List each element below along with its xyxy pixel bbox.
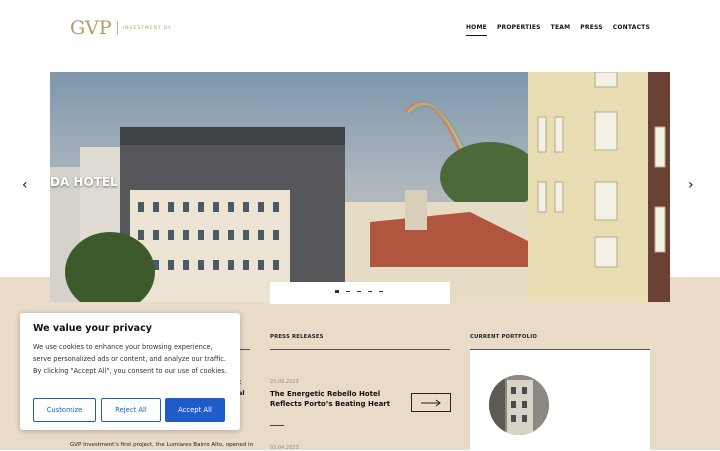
hero-slider[interactable]: DA HOTEL	[50, 72, 670, 302]
press-title-link[interactable]: The Energetic Rebello Hotel Reflects Por…	[270, 389, 400, 409]
arrow-right-icon	[421, 399, 441, 406]
press-date: 25.09.2023	[270, 379, 299, 385]
portfolio-image[interactable]	[489, 375, 549, 435]
nav-properties[interactable]: PROPERTIES	[497, 24, 541, 36]
hero-image	[50, 72, 670, 302]
press-divider	[270, 425, 284, 426]
press-rule	[270, 349, 450, 350]
press-releases-title: PRESS RELEASES	[270, 334, 324, 340]
customize-button[interactable]: Customize	[33, 398, 96, 422]
cookie-text: We use cookies to enhance your browsing …	[33, 343, 227, 375]
current-portfolio-title: CURRENT PORTFOLIO	[470, 334, 538, 340]
slider-next-button[interactable]: ›	[688, 178, 694, 192]
logo-mark: GVP	[70, 17, 112, 39]
logo-subtitle: INVESTMENT BY	[122, 25, 172, 31]
slider-dot-4[interactable]	[368, 291, 372, 292]
press-date-next: 03.04.2023	[270, 445, 299, 451]
logo-divider	[116, 21, 118, 35]
slider-dot-1[interactable]	[335, 290, 339, 293]
cookie-consent-dialog: We value your privacy We use cookies to …	[20, 313, 240, 430]
main-nav: HOME PROPERTIES TEAM PRESS CONTACTS	[465, 24, 650, 36]
site-header: GVP INVESTMENT BY HOME PROPERTIES TEAM P…	[0, 0, 720, 60]
nav-press[interactable]: PRESS	[580, 24, 603, 36]
slider-prev-button[interactable]: ‹	[22, 178, 28, 192]
intro-paragraph: GVP Investment’s first project, the Lumi…	[70, 442, 254, 448]
nav-home[interactable]: HOME	[465, 24, 487, 36]
nav-team[interactable]: TEAM	[551, 24, 571, 36]
logo[interactable]: GVP INVESTMENT BY	[70, 17, 172, 39]
slider-dot-3[interactable]	[357, 291, 361, 292]
press-read-more-button[interactable]	[411, 393, 451, 412]
cookie-title: We value your privacy	[33, 323, 152, 334]
slider-dot-2[interactable]	[346, 291, 350, 292]
reject-all-button[interactable]: Reject All	[101, 398, 161, 422]
slider-dot-5[interactable]	[379, 291, 383, 292]
hero-title: DA HOTEL	[50, 175, 118, 189]
slider-dots-panel	[270, 282, 450, 304]
accept-all-button[interactable]: Accept All	[165, 398, 225, 422]
nav-contacts[interactable]: CONTACTS	[613, 24, 650, 36]
portfolio-building-image	[489, 375, 549, 435]
